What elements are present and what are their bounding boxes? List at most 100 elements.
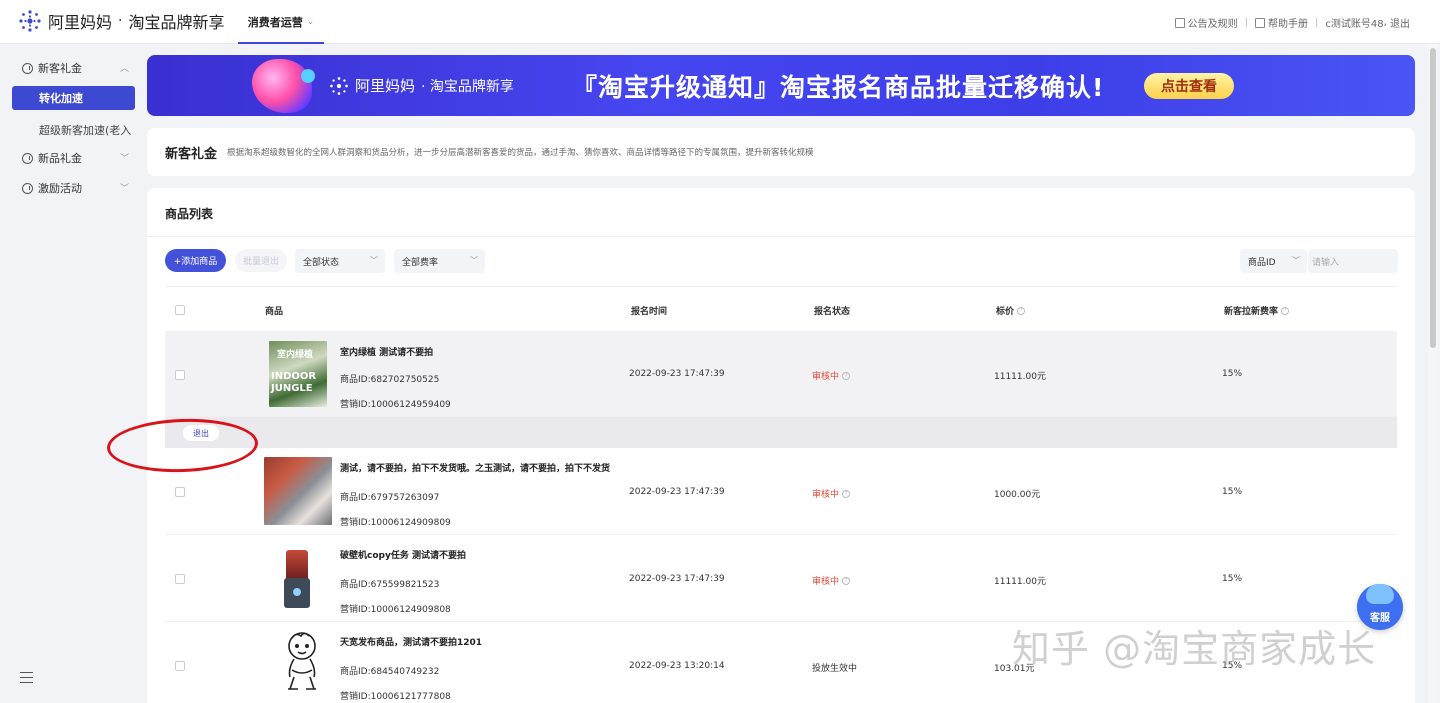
marketing-id: 营销ID:10006124909808 — [340, 605, 451, 615]
sidebar-group-new-product[interactable]: 新品礼金 ﹀ — [0, 146, 141, 170]
top-bar: 阿里妈妈 · 淘宝品牌新享 消费者运营 ⌄ 公告及规则 | 帮助手册 | c测试… — [0, 0, 1440, 44]
product-thumbnail[interactable]: 室内绿植 INDOOR JUNGLE — [269, 341, 327, 407]
chevron-down-icon: ﹀ — [1292, 256, 1300, 265]
marketing-id: 营销ID:10006124959409 — [340, 400, 451, 410]
product-name[interactable]: 破壁机copy任务 测试请不要拍 — [340, 548, 466, 561]
sidebar-item-super-new-customer[interactable]: 超级新客加速(老入 — [39, 122, 139, 138]
sidebar-group-new-customer[interactable]: 新客礼金 ︿ — [0, 56, 141, 80]
thumbnail-text: INDOOR — [271, 371, 317, 382]
help-icon[interactable]: ? — [842, 489, 851, 498]
product-thumbnail[interactable] — [280, 630, 324, 696]
row-checkbox[interactable] — [175, 661, 185, 671]
brand-subtitle: 淘宝品牌新享 — [128, 13, 225, 32]
list-price: 1000.00元 — [994, 490, 1041, 500]
service-mascot-icon — [1366, 584, 1394, 604]
status-filter-value: 全部状态 — [303, 257, 340, 268]
watermark: 知乎 @淘宝商家成长 — [1012, 627, 1377, 671]
product-id: 商品ID:682702750525 — [340, 375, 440, 385]
new-customer-rate: 15% — [1222, 369, 1243, 379]
list-price: 11111.00元 — [994, 372, 1046, 382]
product-id: 商品ID:684540749232 — [340, 667, 440, 677]
row-checkbox[interactable] — [175, 574, 185, 584]
column-price: 标价 ? — [996, 304, 1026, 317]
product-name[interactable]: 天宽发布商品，测试请不要拍1201 — [340, 635, 482, 648]
column-label: 新客拉新费率 — [1224, 307, 1279, 317]
new-customer-rate: 15% — [1222, 574, 1243, 584]
sidebar-item-conversion[interactable]: 转化加速 — [12, 86, 135, 110]
product-thumbnail[interactable] — [282, 550, 312, 610]
signup-status: 审核中 ? — [812, 487, 851, 500]
signup-status: 审核中 ? — [812, 369, 851, 382]
scrollbar-thumb[interactable] — [1430, 48, 1436, 348]
help-icon[interactable]: ? — [1017, 306, 1026, 315]
help-icon[interactable]: ? — [1281, 306, 1290, 315]
search-input[interactable]: 请输入 — [1308, 249, 1398, 273]
chevron-down-icon: ﹀ — [119, 154, 129, 164]
top-right-links: 公告及规则 | 帮助手册 | c测试账号48 , 退出 — [1174, 15, 1410, 30]
product-id: 商品ID:675599821523 — [340, 580, 440, 590]
banner-decoration — [252, 59, 312, 113]
product-thumbnail[interactable] — [264, 457, 332, 525]
announcement-link[interactable]: 公告及规则 — [1174, 15, 1238, 30]
status-label: 审核中 — [812, 372, 840, 382]
status-filter-select[interactable]: 全部状态 ﹀ — [295, 249, 385, 273]
thumbnail-text: JUNGLE — [271, 383, 313, 394]
row-action-bar: 退出 — [165, 417, 1397, 448]
row-checkbox[interactable] — [175, 487, 185, 497]
sidebar-group-label: 激励活动 — [38, 182, 82, 195]
coin-icon — [22, 62, 33, 74]
select-all-checkbox[interactable] — [175, 305, 185, 315]
intro-card: 新客礼金 根据淘系超级数智化的全网人群洞察和货品分析，进一步分层高潜新客喜爱的货… — [147, 128, 1415, 176]
product-name[interactable]: 室内绿植 测试请不要拍 — [340, 345, 433, 358]
table-row[interactable]: 破壁机copy任务 测试请不要拍 商品ID:675599821523 营销ID:… — [165, 536, 1397, 622]
signup-time: 2022-09-23 13:20:14 — [629, 661, 725, 671]
table-row[interactable]: 室内绿植 INDOOR JUNGLE 室内绿植 测试请不要拍 商品ID:6827… — [165, 331, 1397, 417]
banner-decoration-dot — [301, 69, 315, 83]
column-label: 商品 — [265, 307, 284, 317]
promo-banner[interactable]: 阿里妈妈 · 淘宝品牌新享 『淘宝升级通知』淘宝报名商品批量迁移确认! 点击查看 — [147, 55, 1415, 116]
sidebar-group-incentive[interactable]: 激励活动 ﹀ — [0, 176, 141, 200]
sidebar-item-label: 转化加速 — [39, 92, 83, 105]
chevron-down-icon: ﹀ — [119, 184, 129, 194]
sidebar-group-label: 新客礼金 — [38, 62, 82, 75]
table-row[interactable]: 测试，请不要拍，拍下不发货哦。之玉测试，请不要拍，拍下不发货 商品ID:6797… — [165, 449, 1397, 535]
status-label: 审核中 — [812, 490, 840, 500]
coin-icon — [22, 182, 33, 194]
nav-tab-label: 消费者运营 — [247, 16, 303, 29]
product-name[interactable]: 测试，请不要拍，拍下不发货哦。之玉测试，请不要拍，拍下不发货 — [340, 461, 610, 474]
help-icon[interactable]: ? — [842, 576, 851, 585]
help-link[interactable]: 帮助手册 — [1255, 15, 1308, 30]
rate-filter-select[interactable]: 全部费率 ﹀ — [394, 249, 485, 273]
help-icon — [1255, 17, 1266, 28]
brand-separator: · — [118, 13, 123, 29]
search-field-select[interactable]: 商品ID ﹀ — [1240, 249, 1307, 273]
chevron-down-icon: ﹀ — [370, 256, 378, 265]
product-list-title: 商品列表 — [165, 207, 214, 221]
chevron-up-icon: ︿ — [119, 64, 129, 74]
banner-brand: 阿里妈妈 — [355, 77, 416, 95]
column-label: 报名时间 — [631, 307, 668, 317]
status-label: 投放生效中 — [812, 664, 858, 674]
column-label: 标价 — [996, 307, 1015, 317]
help-icon[interactable]: ? — [842, 371, 851, 380]
row-checkbox[interactable] — [175, 370, 185, 380]
banner-view-button[interactable]: 点击查看 — [1144, 73, 1234, 99]
brand-logo[interactable]: 阿里妈妈 · 淘宝品牌新享 — [18, 9, 224, 33]
page-scrollbar[interactable] — [1428, 44, 1438, 703]
announcement-label: 公告及规则 — [1187, 19, 1238, 30]
coin-icon — [22, 152, 33, 164]
search-placeholder: 请输入 — [1312, 257, 1340, 268]
logout-link[interactable]: 退出 — [1390, 15, 1410, 30]
nav-tab-consumer-ops[interactable]: 消费者运营 ⌄ — [238, 0, 324, 44]
notice-icon — [1174, 17, 1185, 28]
brand-name: 阿里妈妈 — [48, 13, 113, 32]
marketing-id: 营销ID:10006124909809 — [340, 518, 451, 528]
signup-time: 2022-09-23 17:47:39 — [629, 574, 725, 584]
banner-title: 『淘宝升级通知』淘宝报名商品批量迁移确认! — [572, 73, 1105, 102]
signup-status: 审核中 ? — [812, 574, 851, 587]
batch-exit-button[interactable]: 批量退出 — [235, 249, 287, 272]
add-product-button[interactable]: +添加商品 — [165, 249, 226, 272]
new-customer-rate: 15% — [1222, 487, 1243, 497]
menu-collapse-icon[interactable] — [20, 672, 33, 683]
signup-status: 投放生效中 — [812, 661, 857, 674]
